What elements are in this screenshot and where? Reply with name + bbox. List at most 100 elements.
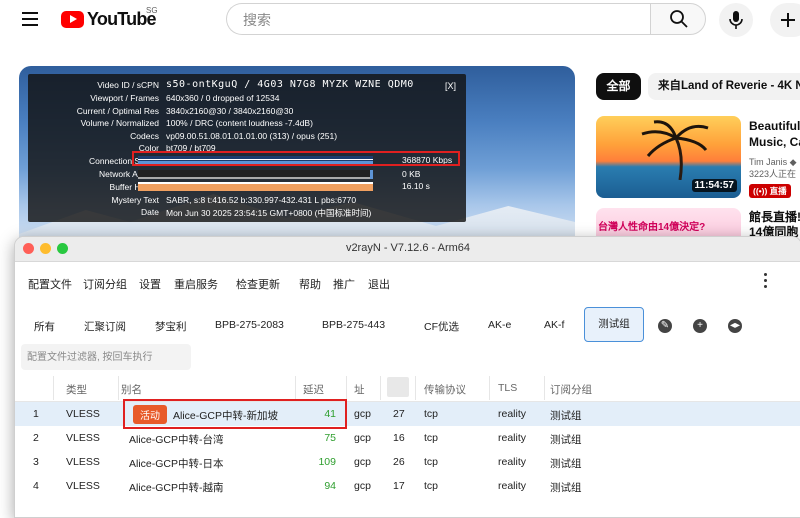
recommended-title-1[interactable]: Beautiful Music, Ca [749, 118, 800, 150]
column-divider [346, 376, 347, 400]
column-divider [53, 376, 54, 400]
menu-icon[interactable] [22, 12, 38, 26]
stat-value: Mon Jun 30 2025 23:54:15 GMT+0800 (中国标准时… [166, 208, 372, 218]
region-label: SG [146, 6, 158, 15]
menu-item[interactable]: 退出 [368, 276, 390, 292]
menu-item[interactable]: 帮助 [299, 276, 321, 292]
menu-item[interactable]: 设置 [139, 276, 161, 292]
stat-label: Mystery Text [111, 195, 159, 205]
buffer-health-value: 16.10 s [402, 181, 430, 191]
stat-label: Codecs [130, 131, 159, 141]
node-alias: Alice-GCP中转-日本 [129, 458, 224, 470]
node-address: gcp [354, 408, 371, 420]
tab-item[interactable]: AK-f [544, 319, 564, 331]
tab-item[interactable]: 梦宝利 [155, 319, 187, 334]
node-type: VLESS [66, 432, 100, 444]
column-header[interactable]: 址 [354, 382, 365, 397]
node-transport: tcp [424, 432, 439, 444]
chip-all[interactable]: 全部 [596, 73, 641, 100]
node-tls: reality [498, 456, 527, 468]
plus-icon [781, 13, 795, 27]
video-thumbnail[interactable]: 11:54:57 [596, 116, 741, 198]
column-header[interactable]: 延迟 [303, 382, 324, 397]
column-divider [415, 376, 416, 400]
viewer-count: 3223人正在 [749, 169, 797, 179]
node-port: 27 [393, 408, 405, 420]
table-row[interactable]: 2 VLESS Alice-GCP中转-台湾 75 gcp 16 tcp reality 测试组 [15, 426, 800, 450]
stat-label: Date [141, 207, 159, 217]
video-duration: 11:54:57 [691, 179, 737, 192]
window-titlebar: v2rayN - V7.12.6 - Arm64 [15, 237, 800, 262]
menu-item[interactable]: 推广 [333, 276, 355, 292]
connection-speed-highlight [132, 151, 460, 166]
stat-value: 3840x2160@30 / 3840x2160@30 [166, 106, 294, 116]
search-icon [670, 10, 688, 28]
column-header[interactable]: 订阅分组 [550, 382, 592, 397]
menu-item[interactable]: 重启服务 [174, 276, 218, 292]
channel-name[interactable]: Tim Janis ◆ [749, 156, 797, 168]
v2rayn-window: v2rayN - V7.12.6 - Arm64 配置文件 订阅分组 设置 重启服务检… [14, 236, 800, 518]
node-tls: reality [498, 408, 527, 420]
thumbnail-caption: 台灣人性命由14億決定? [598, 222, 706, 233]
table-row[interactable]: 4 VLESS Alice-GCP中转-越南 94 gcp 17 tcp reality 测试组 [15, 474, 800, 498]
live-badge: ((•)) 直播 [749, 184, 791, 198]
column-divider [118, 376, 119, 400]
row-index: 1 [33, 408, 39, 420]
stat-value: 100% / DRC (content loudness -7.4dB) [166, 118, 313, 128]
column-divider [295, 376, 296, 400]
stat-value: vp09.00.51.08.01.01.01.00 (313) / opus (… [166, 131, 338, 141]
menu-item[interactable]: 订阅分组 [83, 276, 127, 292]
network-activity-graph [138, 170, 373, 179]
play-icon [70, 15, 77, 23]
node-tls: reality [498, 432, 527, 444]
node-type: VLESS [66, 480, 100, 492]
tab-item[interactable]: BPB-275-443 [322, 319, 385, 331]
column-header[interactable]: TLS [498, 382, 517, 394]
microphone-icon [729, 11, 743, 29]
tab-test-group[interactable]: 测试组 [584, 307, 644, 342]
node-transport: tcp [424, 408, 439, 420]
tab-item[interactable]: AK-e [488, 319, 511, 331]
voice-search-button[interactable] [719, 3, 753, 37]
table-row[interactable]: 3 VLESS Alice-GCP中转-日本 109 gcp 26 tcp reality 测试… [15, 450, 800, 474]
menu-item[interactable]: 配置文件 [28, 276, 72, 292]
edit-group-icon[interactable]: ✎ [658, 319, 672, 333]
tab-item[interactable]: BPB-275-2083 [215, 319, 284, 331]
tab-item[interactable]: CF优选 [424, 319, 459, 334]
node-type: VLESS [66, 408, 100, 420]
stat-label: Volume / Normalized [80, 118, 159, 128]
search-box [226, 3, 650, 36]
node-latency: 75 [324, 432, 336, 444]
profile-filter-input[interactable] [21, 344, 192, 370]
palm-tree-icon [641, 120, 709, 180]
node-address: gcp [354, 432, 371, 444]
column-header[interactable]: 别名 [121, 382, 142, 397]
group-settings-icon[interactable]: ◂▸ [728, 319, 742, 333]
tab-item[interactable]: 所有 [34, 319, 55, 334]
node-latency: 109 [318, 456, 336, 468]
row-index: 2 [33, 432, 39, 444]
title-line: Beautiful [749, 119, 800, 133]
add-group-icon[interactable]: + [693, 319, 707, 333]
window-title: v2rayN - V7.12.6 - Arm64 [345, 242, 471, 254]
search-button[interactable] [650, 3, 706, 35]
column-header[interactable]: 传输协议 [424, 382, 466, 397]
column-header[interactable]: 类型 [66, 382, 87, 397]
node-group: 测试组 [550, 434, 582, 446]
node-group: 测试组 [550, 482, 582, 494]
tab-item[interactable]: 汇聚订阅 [84, 319, 126, 334]
more-options-icon[interactable] [764, 273, 768, 291]
node-transport: tcp [424, 480, 439, 492]
stats-for-nerds-panel: [X] Video ID / sCPN s50-ontKguQ / 4G03 N7… [28, 74, 466, 222]
stat-value: SABR, s:8 t:416.52 b:330.997-432.431 L p… [166, 195, 357, 205]
profile-filter [21, 344, 192, 370]
chip-land-of-reverie[interactable]: 来自Land of Reverie - 4K N [648, 73, 800, 100]
title-line: Music, Ca [749, 135, 800, 149]
stats-close-button[interactable]: [X] [445, 81, 456, 91]
search-input[interactable] [241, 4, 635, 36]
create-button[interactable] [770, 3, 800, 37]
buffer-health-graph [138, 182, 373, 191]
sort-column-header[interactable] [387, 377, 409, 397]
active-node-highlight [123, 399, 347, 429]
menu-item[interactable]: 检查更新 [236, 276, 280, 292]
